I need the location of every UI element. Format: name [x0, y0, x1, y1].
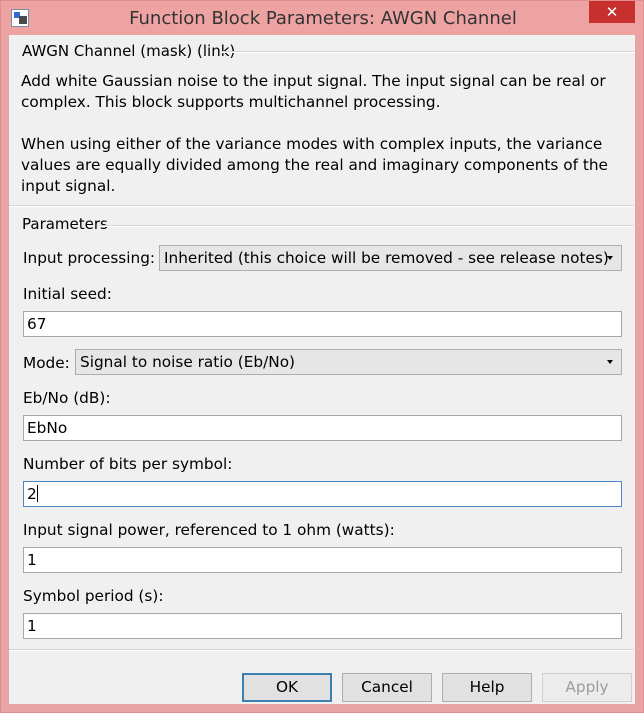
symbol-period-label: Symbol period (s):: [23, 587, 164, 605]
mask-description: Add white Gaussian noise to the input si…: [21, 72, 606, 111]
symbol-period-input[interactable]: 1: [23, 613, 622, 639]
initial-seed-value: 67: [27, 315, 47, 333]
bits-per-symbol-label: Number of bits per symbol:: [23, 455, 233, 473]
bits-per-symbol-input[interactable]: 2: [23, 481, 622, 507]
text-caret: [36, 485, 38, 502]
group-divider: [99, 225, 634, 227]
group-divider: [221, 51, 634, 53]
parameters-header: Parameters: [22, 215, 108, 233]
ok-button[interactable]: OK: [242, 673, 332, 702]
initial-seed-label: Initial seed:: [23, 285, 112, 303]
input-processing-label: Input processing:: [23, 249, 156, 267]
chevron-down-icon: [607, 360, 613, 364]
title-bar[interactable]: Function Block Parameters: AWGN Channel …: [1, 1, 643, 35]
symbol-period-value: 1: [27, 617, 37, 635]
mode-value: Signal to noise ratio (Eb/No): [80, 353, 296, 371]
close-icon: ✕: [605, 3, 619, 21]
dialog-window: Function Block Parameters: AWGN Channel …: [0, 0, 644, 713]
help-button[interactable]: Help: [442, 673, 532, 702]
bits-per-symbol-value: 2: [27, 485, 37, 503]
group-divider: [9, 649, 634, 651]
ebno-input[interactable]: EbNo: [23, 415, 622, 441]
ebno-label: Eb/No (dB):: [23, 389, 111, 407]
apply-button[interactable]: Apply: [542, 673, 632, 702]
input-power-value: 1: [27, 551, 37, 569]
mode-label: Mode:: [23, 354, 70, 372]
input-power-input[interactable]: 1: [23, 547, 622, 573]
input-processing-select[interactable]: Inherited (this choice will be removed -…: [159, 245, 622, 271]
window-title: Function Block Parameters: AWGN Channel: [129, 8, 517, 29]
close-button[interactable]: ✕: [589, 1, 635, 23]
ebno-value: EbNo: [27, 419, 68, 437]
cancel-button[interactable]: Cancel: [342, 673, 432, 702]
dialog-body: AWGN Channel (mask) (link) Add white Gau…: [9, 35, 635, 704]
input-power-label: Input signal power, referenced to 1 ohm …: [23, 521, 395, 539]
mask-description-variance: When using either of the variance modes …: [21, 135, 608, 195]
initial-seed-input[interactable]: 67: [23, 311, 622, 337]
mask-header: AWGN Channel (mask) (link): [22, 42, 236, 60]
chevron-down-icon: [607, 256, 613, 260]
mode-select[interactable]: Signal to noise ratio (Eb/No): [75, 349, 622, 375]
group-divider: [9, 205, 634, 207]
input-processing-value: Inherited (this choice will be removed -…: [164, 249, 609, 267]
